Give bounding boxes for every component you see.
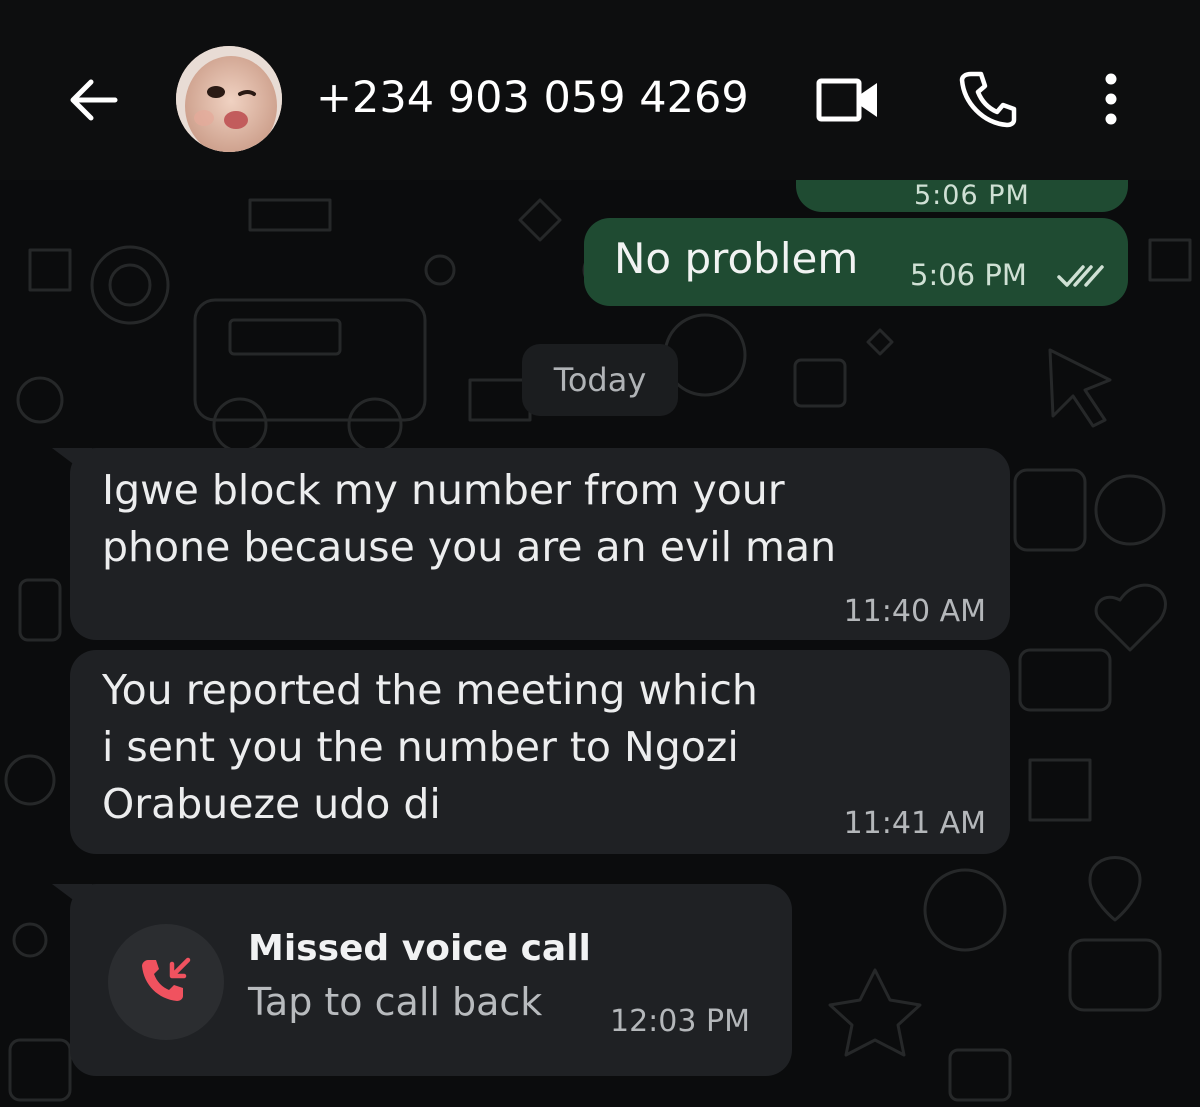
outgoing-message[interactable]: No problem 5:06 PM (584, 218, 1128, 306)
arrow-left-icon (70, 79, 118, 121)
read-ticks-icon (1057, 265, 1104, 287)
incoming-message[interactable]: Igwe block my number from your phone bec… (52, 448, 1010, 640)
bubble-tail (52, 884, 92, 914)
missed-call-icon (142, 957, 191, 1001)
incoming-message[interactable]: You reported the meeting which i sent yo… (70, 650, 1010, 854)
video-call-button[interactable] (812, 70, 884, 130)
voice-call-button[interactable] (952, 68, 1022, 130)
chat-area[interactable]: 5:06 PM No problem 5:06 PM Today Igwe bl… (0, 180, 1200, 1107)
chat-header: +234 903 059 4269 (0, 0, 1200, 180)
back-button[interactable] (62, 72, 122, 128)
missed-call-message[interactable]: Missed voice call Tap to call back 12:03… (52, 884, 792, 1076)
chat-screen: +234 903 059 4269 5:06 PM No problem 5:0… (0, 0, 1200, 1107)
call-back-link[interactable]: Tap to call back (248, 980, 542, 1024)
previous-outgoing-bubble[interactable]: 5:06 PM (796, 180, 1128, 212)
message-text: You reported the meeting which i sent yo… (102, 666, 758, 828)
message-time: 12:03 PM (610, 1004, 750, 1039)
video-camera-icon (816, 78, 877, 122)
date-divider: Today (522, 344, 678, 416)
contact-avatar[interactable] (176, 46, 282, 152)
more-options-button[interactable] (1088, 68, 1134, 130)
missed-call-icon-container (108, 924, 224, 1040)
message-time: 11:40 AM (843, 594, 986, 629)
message-text: Igwe block my number from your phone bec… (102, 466, 837, 571)
missed-call-title: Missed voice call (248, 928, 591, 969)
message-time: 5:06 PM (914, 180, 1030, 211)
phone-icon (959, 71, 1017, 128)
contact-name[interactable]: +234 903 059 4269 (316, 68, 749, 128)
more-vertical-icon (1105, 73, 1117, 125)
date-divider-label: Today (553, 361, 647, 399)
message-time: 5:06 PM (910, 258, 1027, 292)
message-time: 11:41 AM (843, 806, 986, 841)
avatar-image (176, 46, 282, 152)
bubble-tail (52, 448, 92, 478)
message-text: No problem (614, 234, 859, 283)
